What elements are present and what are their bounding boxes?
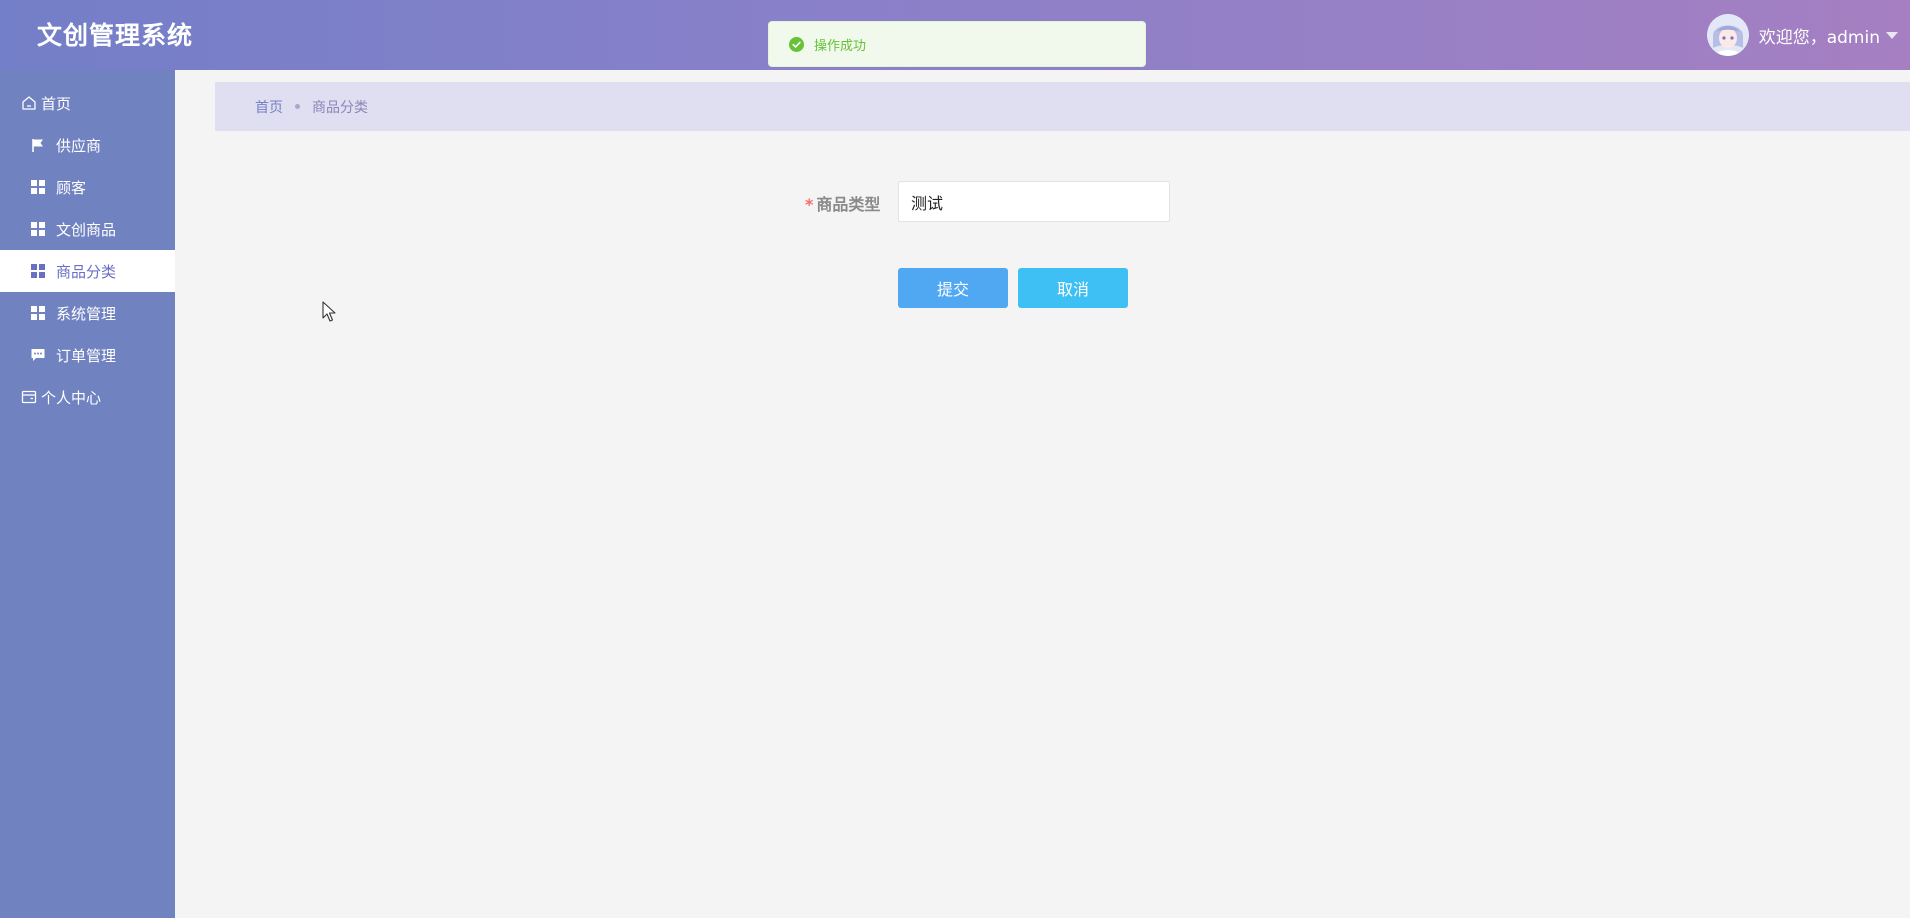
- breadcrumb: 首页 商品分类: [215, 82, 1910, 131]
- user-menu[interactable]: 欢迎您，admin: [1706, 14, 1898, 56]
- sidebar-item-home[interactable]: 首页: [0, 82, 175, 124]
- sidebar: 首页 供应商 顾客 文创商品 商品分类 系统管理 订单管理 个人中心: [0, 70, 175, 918]
- sidebar-item-label: 顾客: [56, 178, 87, 197]
- required-mark: *: [805, 195, 814, 214]
- chat-icon: [30, 347, 46, 363]
- grid-icon: [30, 179, 46, 195]
- mouse-cursor-icon: [322, 301, 336, 322]
- home-icon: [21, 95, 37, 111]
- sidebar-item-system[interactable]: 系统管理: [0, 292, 175, 334]
- sidebar-item-label: 个人中心: [41, 388, 102, 407]
- flag-icon: [30, 137, 46, 153]
- sidebar-item-label: 文创商品: [56, 220, 117, 239]
- field-label-text: 商品类型: [816, 195, 881, 214]
- sidebar-item-product-category[interactable]: 商品分类: [0, 250, 175, 292]
- avatar[interactable]: [1706, 14, 1749, 56]
- sidebar-item-label: 商品分类: [56, 262, 117, 281]
- grid-icon: [30, 305, 46, 321]
- wallet-icon: [21, 389, 37, 405]
- sidebar-item-orders[interactable]: 订单管理: [0, 334, 175, 376]
- check-circle-icon: [789, 36, 804, 52]
- sidebar-item-label: 供应商: [56, 136, 102, 155]
- breadcrumb-home[interactable]: 首页: [255, 97, 283, 117]
- sidebar-item-label: 首页: [41, 94, 72, 113]
- cancel-button[interactable]: 取消: [1018, 268, 1128, 308]
- sidebar-item-label: 订单管理: [56, 346, 117, 365]
- submit-button[interactable]: 提交: [898, 268, 1008, 308]
- grid-icon: [30, 221, 46, 237]
- sidebar-item-label: 系统管理: [56, 304, 117, 323]
- sidebar-item-profile[interactable]: 个人中心: [0, 376, 175, 418]
- welcome-text: 欢迎您，admin: [1758, 27, 1880, 48]
- sidebar-item-customers[interactable]: 顾客: [0, 166, 175, 208]
- grid-icon: [30, 263, 46, 279]
- category-type-input[interactable]: [898, 181, 1170, 222]
- app-title: 文创管理系统: [37, 21, 194, 50]
- chevron-down-icon[interactable]: [1886, 31, 1898, 39]
- breadcrumb-current: 商品分类: [312, 99, 368, 116]
- breadcrumb-separator: [295, 104, 300, 109]
- sidebar-item-products[interactable]: 文创商品: [0, 208, 175, 250]
- success-toast: 操作成功: [768, 21, 1146, 67]
- category-type-label: * 商品类型: [805, 191, 880, 215]
- sidebar-item-suppliers[interactable]: 供应商: [0, 124, 175, 166]
- toast-message: 操作成功: [814, 38, 867, 54]
